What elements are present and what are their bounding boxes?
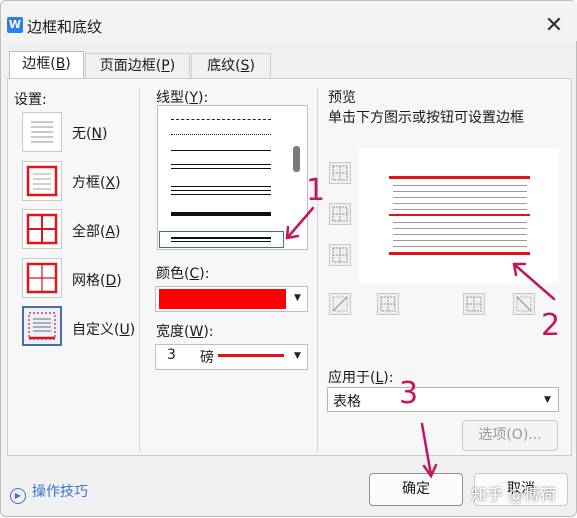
arrow-1-shaft [286,206,315,239]
arrow-2-shaft [513,263,556,301]
arrow-3-shaft [420,422,433,477]
border-shading-dialog: W 边框和底纹 ✕ 边框(B) 页面边框(P) 底纹(S) 设置: 无(N) 方… [0,0,577,517]
annotation-arrows [285,206,556,479]
annotation-number-1: 1 [306,173,326,208]
watermark: 知乎 @博荷 [471,485,557,504]
annotation-number-3: 3 [399,376,419,411]
annotation-number-2: 2 [541,308,561,343]
